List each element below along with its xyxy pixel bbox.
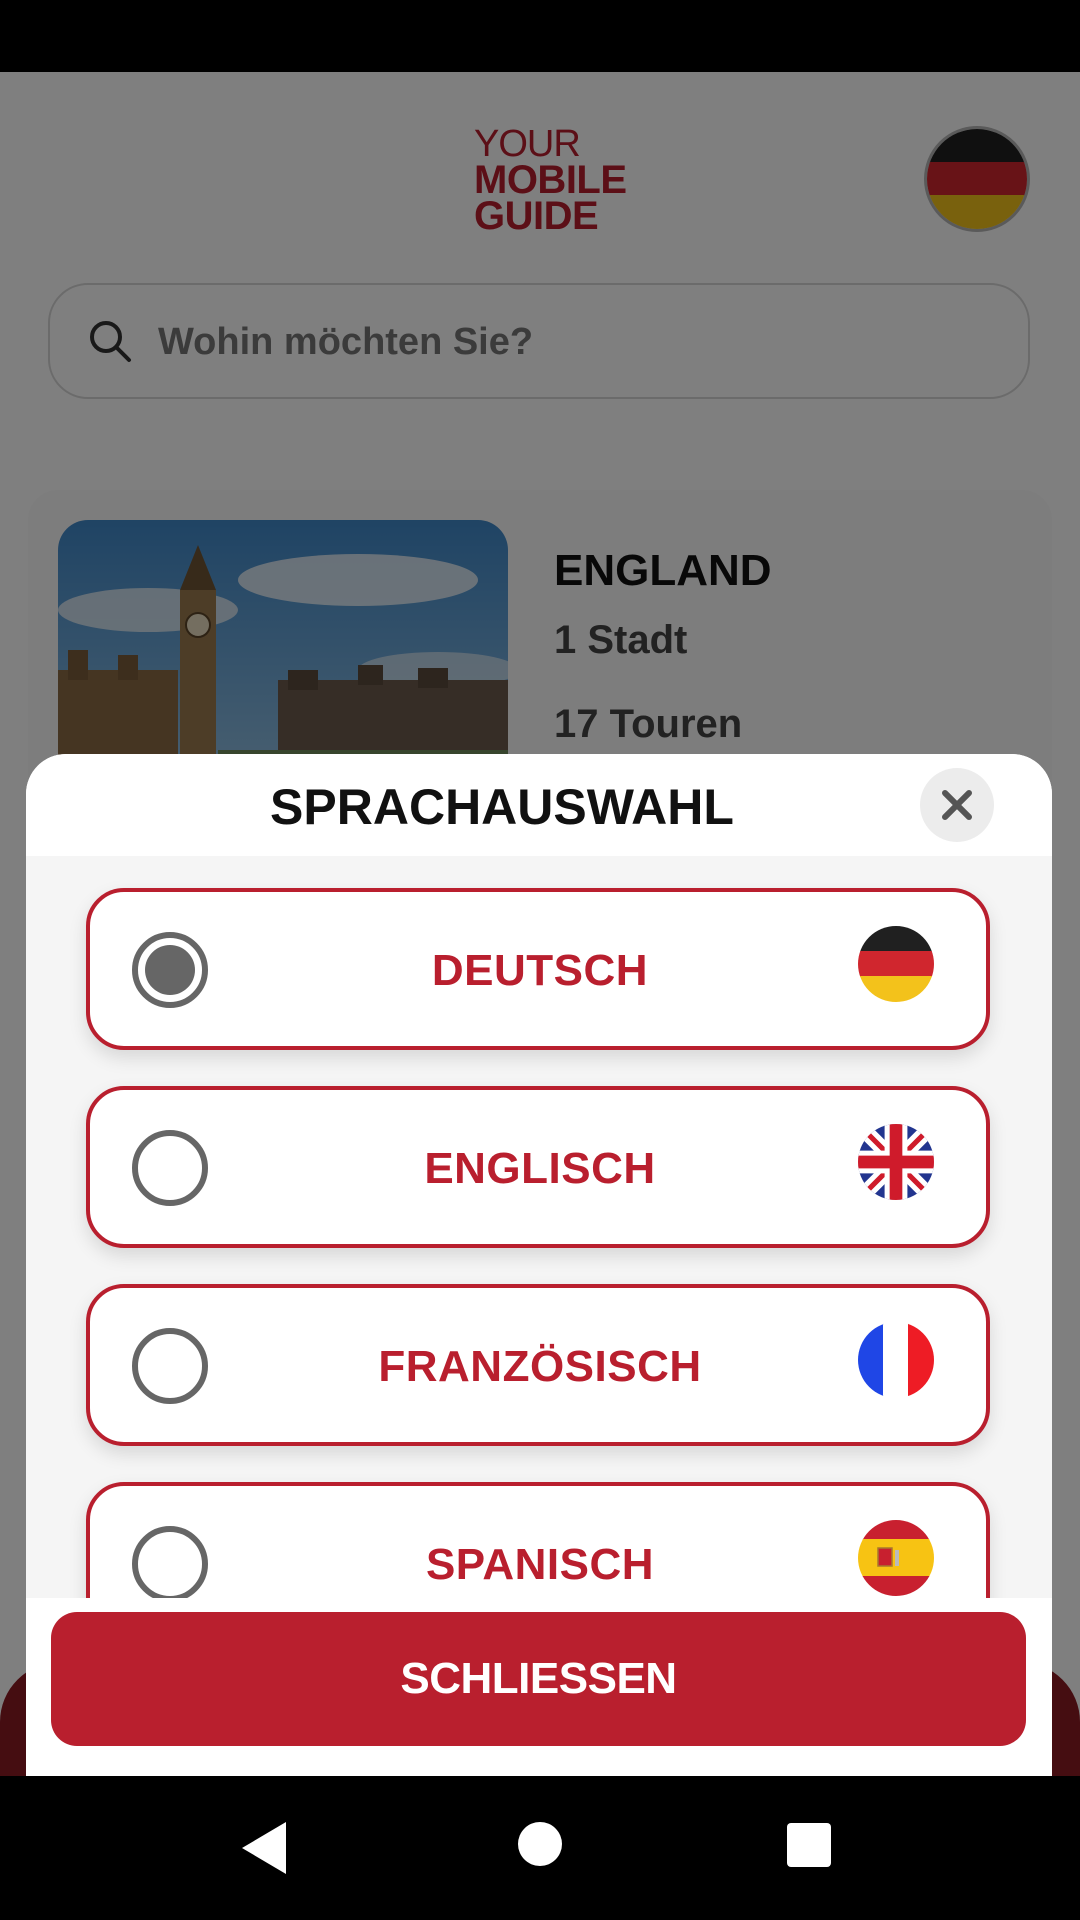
germany-flag-icon — [858, 926, 934, 1002]
language-label: SPANISCH — [425, 1540, 655, 1589]
france-flag-icon — [858, 1322, 934, 1398]
back-icon[interactable] — [240, 1820, 290, 1876]
language-option-englisch[interactable]: ENGLISCH — [86, 1086, 990, 1248]
language-option-spanisch[interactable]: SPANISCH — [86, 1482, 990, 1604]
recents-icon[interactable] — [786, 1822, 832, 1868]
close-modal-button[interactable]: SCHLIESSEN — [51, 1612, 1026, 1746]
language-option-deutsch[interactable]: DEUTSCH — [86, 888, 990, 1050]
language-label: ENGLISCH — [424, 1144, 656, 1193]
home-icon[interactable] — [516, 1820, 564, 1868]
language-option-franzoesisch[interactable]: FRANZÖSISCH — [86, 1284, 990, 1446]
language-label: DEUTSCH — [431, 946, 649, 995]
status-bar — [0, 0, 1080, 72]
spain-flag-icon — [858, 1520, 934, 1596]
close-button[interactable] — [920, 768, 994, 842]
modal-title: SPRACHAUSWAHL — [270, 779, 734, 835]
uk-flag-icon — [858, 1124, 934, 1200]
modal-header: SPRACHAUSWAHL — [26, 754, 1052, 856]
system-navigation-bar — [0, 1776, 1080, 1920]
language-options-list[interactable]: DEUTSCH ENGLISCH FRANZÖSISCH SPANISCH — [26, 856, 1052, 1604]
language-label: FRANZÖSISCH — [378, 1342, 702, 1391]
close-icon — [942, 790, 972, 820]
